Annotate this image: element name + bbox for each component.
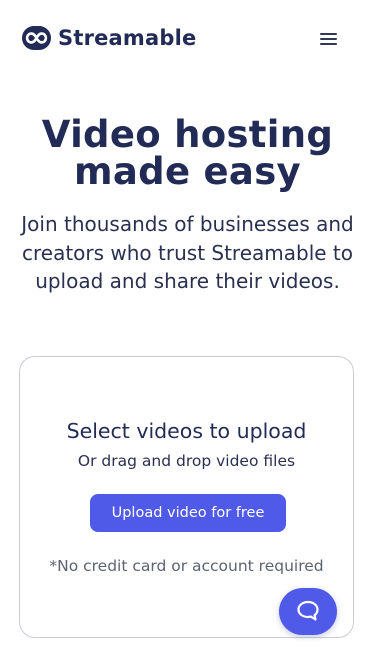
menu-line [320,43,337,45]
chat-launcher-button[interactable] [279,588,337,635]
hero-title-line2: made easy [74,150,301,193]
menu-line [320,38,337,40]
site-header: Streamable [0,0,375,78]
hero-subtitle: Join thousands of businesses and creator… [21,212,354,293]
logo[interactable]: Streamable [22,26,196,50]
menu-line [320,33,337,35]
logo-text: Streamable [58,26,197,50]
hero-title: Video hosting made easy [0,116,375,190]
infinity-logo-icon [22,26,51,50]
upload-video-button[interactable]: Upload video for free [90,494,286,532]
upload-title: Select videos to upload [66,419,307,443]
hamburger-menu-icon[interactable] [320,31,339,45]
chat-bubble-icon [297,600,319,621]
upload-subtitle: Or drag and drop video files [77,452,296,470]
upload-note: *No credit card or account required [49,557,324,575]
